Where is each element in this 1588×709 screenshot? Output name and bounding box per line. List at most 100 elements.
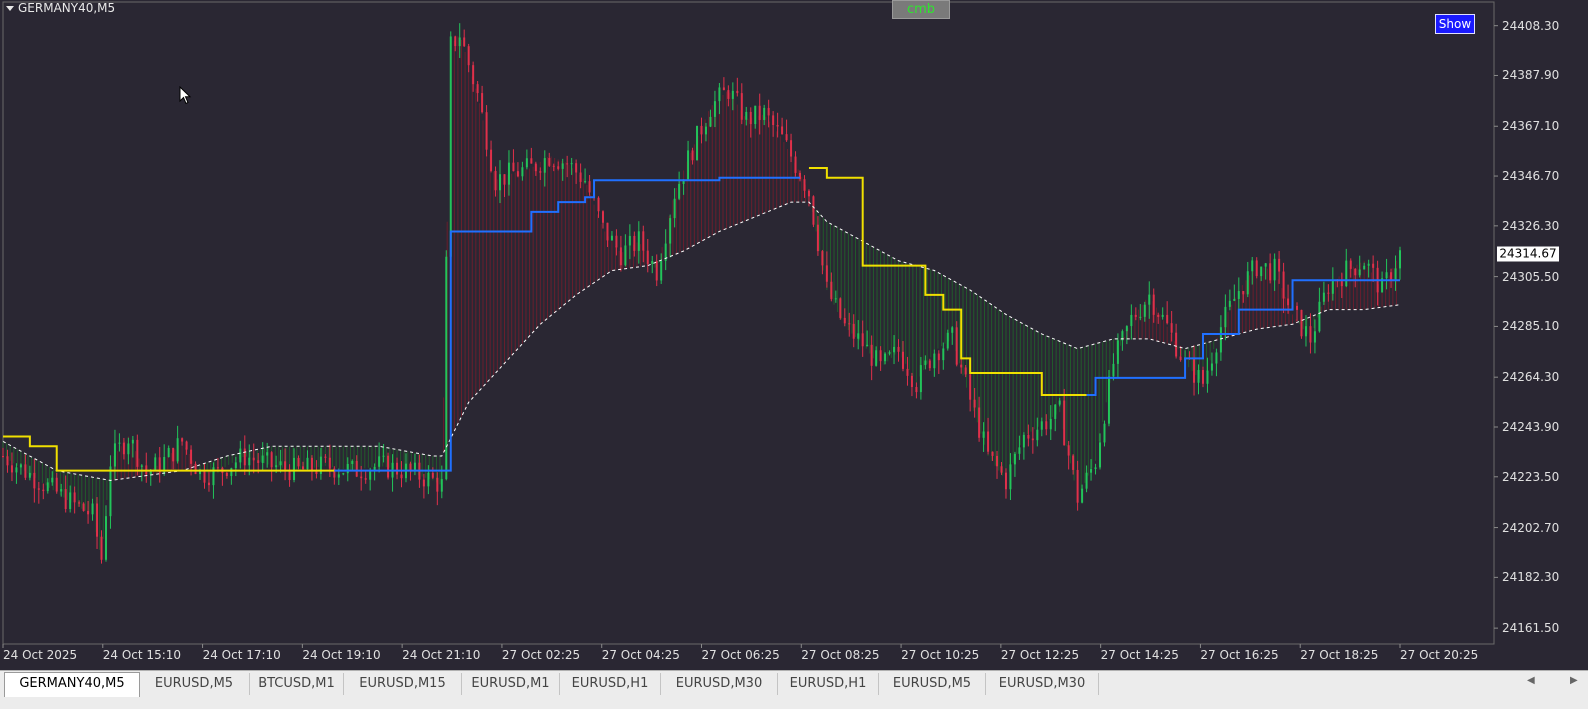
candle-body bbox=[1049, 418, 1052, 430]
candle-body bbox=[942, 348, 945, 361]
candle-body bbox=[1251, 260, 1254, 272]
candle-body bbox=[588, 181, 591, 193]
price-chart[interactable]: GERMANY40,M5 cmb Show 24408.30 24387.90 24… bbox=[0, 0, 1588, 670]
candle-body bbox=[1278, 258, 1281, 272]
candle-body bbox=[1116, 340, 1119, 364]
candle-body bbox=[991, 451, 994, 456]
chart-tab[interactable]: EURUSD,M15 bbox=[344, 673, 462, 695]
candle-body bbox=[15, 467, 18, 473]
chart-tab[interactable]: EURUSD,H1 bbox=[778, 673, 879, 695]
candle-body bbox=[1081, 488, 1084, 503]
candle-body bbox=[28, 472, 31, 478]
candle-body bbox=[785, 134, 788, 141]
candle-body bbox=[543, 158, 546, 173]
candle-body bbox=[651, 260, 654, 264]
candle-body bbox=[270, 452, 273, 468]
collapse-triangle-icon[interactable] bbox=[6, 5, 14, 11]
candle-body bbox=[951, 327, 954, 333]
candle-body bbox=[919, 365, 922, 393]
candle-body bbox=[812, 196, 815, 225]
chart-tab[interactable]: GERMANY40,M5 bbox=[4, 672, 140, 697]
candle-body bbox=[203, 470, 206, 483]
candle-body bbox=[431, 472, 434, 478]
candle-body bbox=[1237, 291, 1240, 299]
candle-body bbox=[73, 492, 76, 503]
candle-body bbox=[897, 346, 900, 352]
candle-body bbox=[861, 333, 864, 347]
candle-body bbox=[1193, 358, 1196, 383]
candle-body bbox=[539, 171, 542, 173]
candle-body bbox=[306, 457, 309, 470]
candle-body bbox=[1260, 266, 1263, 277]
candle-body bbox=[176, 438, 179, 462]
candle-body bbox=[190, 449, 193, 464]
candle-body bbox=[1313, 331, 1316, 343]
show-button[interactable]: Show bbox=[1435, 14, 1475, 34]
candle-body bbox=[490, 149, 493, 171]
candle-body bbox=[1170, 323, 1173, 333]
candle-body bbox=[1224, 306, 1227, 328]
candle-body bbox=[1179, 356, 1182, 361]
candle-body bbox=[266, 452, 269, 456]
candle-body bbox=[982, 431, 985, 438]
candle-body bbox=[758, 105, 761, 121]
time-tick-label: 24 Oct 21:10 bbox=[402, 648, 481, 662]
candle-body bbox=[69, 492, 72, 510]
candle-body bbox=[584, 181, 587, 183]
candle-body bbox=[521, 167, 524, 177]
scroll-left-icon[interactable]: ◀ bbox=[1527, 675, 1535, 686]
candle-body bbox=[279, 461, 282, 466]
candle-body bbox=[449, 36, 452, 257]
candle-body bbox=[257, 460, 260, 463]
candle-body bbox=[252, 457, 255, 461]
candle-body bbox=[185, 441, 188, 450]
candle-body bbox=[131, 439, 134, 444]
candle-body bbox=[1255, 260, 1258, 277]
candle-body bbox=[678, 183, 681, 199]
time-tick-label: 27 Oct 06:25 bbox=[701, 648, 780, 662]
candle-body bbox=[790, 140, 793, 157]
candle-body bbox=[633, 235, 636, 251]
candle-body bbox=[1394, 268, 1397, 281]
candle-body bbox=[1103, 423, 1106, 443]
candle-body bbox=[570, 163, 573, 165]
candle-body bbox=[476, 84, 479, 94]
candle-body bbox=[1201, 370, 1204, 384]
scroll-right-icon[interactable]: ▶ bbox=[1570, 675, 1578, 686]
candle-body bbox=[1004, 472, 1007, 490]
candle-body bbox=[1009, 464, 1012, 490]
candle-body bbox=[1354, 268, 1357, 276]
candle-body bbox=[987, 431, 990, 452]
chart-tab[interactable]: BTCUSD,M1 bbox=[250, 673, 344, 695]
candle-body bbox=[422, 479, 425, 487]
candle-body bbox=[1206, 370, 1209, 384]
candle-body bbox=[955, 327, 958, 365]
candle-body bbox=[96, 503, 99, 537]
candle-body bbox=[1045, 421, 1048, 430]
candle-body bbox=[1233, 298, 1236, 301]
candle-body bbox=[642, 231, 645, 251]
chart-tab[interactable]: EURUSD,M1 bbox=[462, 673, 560, 695]
candle-body bbox=[172, 447, 175, 462]
candle-body bbox=[507, 162, 510, 185]
candle-body bbox=[709, 116, 712, 127]
price-tick-label: 24367.10 bbox=[1502, 119, 1560, 134]
time-tick-label: 24 Oct 2025 bbox=[3, 648, 78, 662]
cmb-button[interactable]: cmb bbox=[892, 0, 950, 19]
symbol-title[interactable]: GERMANY40,M5 bbox=[6, 1, 115, 15]
candle-body bbox=[454, 36, 457, 47]
chart-tab[interactable]: EURUSD,M30 bbox=[986, 673, 1099, 695]
candle-body bbox=[1054, 404, 1057, 419]
chart-tab[interactable]: EURUSD,M5 bbox=[879, 673, 986, 695]
candle-body bbox=[1134, 314, 1137, 317]
candle-body bbox=[342, 473, 345, 475]
chart-tab[interactable]: EURUSD,H1 bbox=[560, 673, 661, 695]
chart-tab[interactable]: EURUSD,M30 bbox=[661, 673, 778, 695]
time-tick-label: 27 Oct 18:25 bbox=[1300, 648, 1379, 662]
candle-body bbox=[55, 477, 58, 492]
candle-body bbox=[243, 448, 246, 466]
chart-tab[interactable]: EURUSD,M5 bbox=[139, 673, 250, 695]
candle-body bbox=[969, 374, 972, 400]
time-tick-label: 27 Oct 16:25 bbox=[1200, 648, 1279, 662]
candle-body bbox=[1112, 363, 1115, 377]
